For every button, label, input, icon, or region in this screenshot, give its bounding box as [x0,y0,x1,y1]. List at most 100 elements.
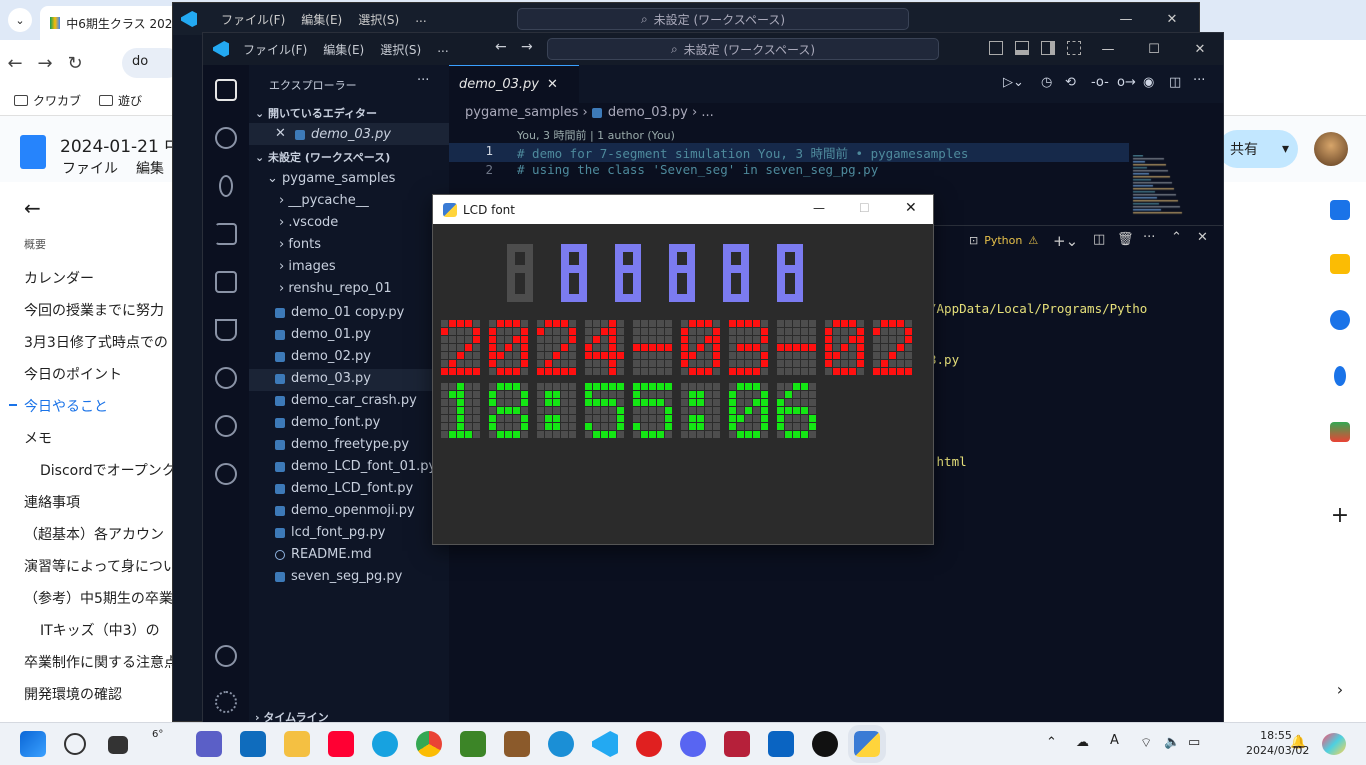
task-view-icon[interactable] [108,736,128,754]
new-terminal-icon[interactable]: +⌄ [1053,232,1078,250]
system-clock[interactable]: 18:55 2024/03/02 [1246,728,1309,758]
split-terminal-icon[interactable]: ◫ [1093,232,1105,247]
explorer-folder[interactable]: › renshu_repo_01 [279,281,392,296]
close-button[interactable]: ✕ [1149,3,1195,35]
menu-selection[interactable]: 選択(S) [358,11,399,28]
minimap[interactable] [1131,155,1187,215]
workspace-section[interactable]: ⌄ 未設定 (ワークスペース) [255,149,390,165]
minecraft-block-icon[interactable] [504,731,530,757]
explorer-file[interactable]: lcd_font_pg.py [249,523,449,545]
minimize-button[interactable]: — [813,201,825,215]
testing-icon[interactable] [215,319,237,341]
git-compare-icon[interactable]: ⟲ [1065,75,1076,90]
customize-layout-icon[interactable] [1067,41,1081,55]
more-actions-icon[interactable]: ··· [1143,230,1155,245]
explorer-folder[interactable]: › images [279,259,336,274]
keep-icon[interactable] [1330,254,1350,274]
explorer-icon[interactable] [215,79,237,101]
vscode-icon[interactable] [592,731,618,757]
command-center[interactable]: ⌕ 未設定 (ワークスペース) [517,8,909,30]
reload-icon[interactable]: ↻ [60,53,90,74]
close-icon[interactable]: ✕ [547,77,558,92]
menu-more[interactable]: ... [415,11,426,28]
menu-file[interactable]: ファイル [62,158,118,178]
start-icon[interactable] [20,731,46,757]
explorer-file[interactable]: demo_LCD_font_01.py [249,457,449,479]
more-actions-icon[interactable]: ··· [417,73,429,88]
explorer-file[interactable]: demo_03.py [249,369,449,391]
chrome-tab[interactable]: 中6期生クラス 2023 [40,6,180,40]
explorer-folder[interactable]: › __pycache__ [279,193,369,208]
outline-item[interactable]: （参考）中5期生の卒業 [24,588,173,608]
explorer-folder[interactable]: › .vscode [279,215,338,230]
copilot-icon[interactable] [1322,733,1346,755]
account-icon[interactable] [215,645,237,667]
outline-item[interactable]: 演習等によって身につい [24,556,177,576]
timeline-icon[interactable]: ◷ [1041,75,1052,90]
chevron-down-icon[interactable]: ▾ [1282,141,1289,157]
bookmark-folder[interactable]: クワカブ [14,92,81,109]
outline-item[interactable]: 開発環境の確認 [24,684,122,704]
add-icon[interactable]: + [1330,505,1350,527]
forward-icon[interactable]: → [521,39,533,55]
outline-item[interactable]: メモ [24,428,52,448]
minimize-button[interactable]: — [1103,3,1149,35]
explorer-file[interactable]: demo_freetype.py [249,435,449,457]
close-panel-icon[interactable]: ✕ [1197,230,1208,245]
terminal-output[interactable]: /AppData/Local/Programs/Pytho 3.py .html [929,266,1147,504]
code-line[interactable]: 2 # using the class 'Seven_seg' in seven_… [449,162,1129,181]
open-editor-item[interactable]: ✕ demo_03.py [249,123,449,145]
chevron-right-icon[interactable]: › [1330,680,1350,700]
terminal-profile[interactable]: ⊡ Python ⚠ [969,234,1038,247]
edge-icon[interactable] [372,731,398,757]
store-icon[interactable] [240,731,266,757]
split-editor-icon[interactable]: ◫ [1169,75,1181,90]
weather-icon[interactable]: 6° [152,729,178,755]
outline-item[interactable]: 卒業制作に関する注意点 [24,652,178,672]
breadcrumb-file[interactable]: demo_03.py [608,105,688,120]
back-icon[interactable]: ← [0,53,30,74]
run-debug-icon[interactable] [215,223,237,245]
tasks-icon[interactable] [1330,310,1350,330]
menu-edit[interactable]: 編集(E) [323,41,364,58]
maximize-button[interactable]: ☐ [859,201,870,215]
back-icon[interactable]: ← [495,39,507,55]
explorer-folder[interactable]: › fonts [279,237,321,252]
outline-item[interactable]: ITキッズ（中3）の [40,620,160,640]
toggle-sidebar-icon[interactable] [989,41,1003,55]
search-icon[interactable] [215,127,237,149]
chevron-up-icon[interactable]: ⌃ [1046,735,1057,750]
explorer-file[interactable]: demo_02.py [249,347,449,369]
breadcrumb-folder[interactable]: pygame_samples [465,105,578,120]
app-icon[interactable] [548,731,574,757]
minecraft-icon[interactable] [460,731,486,757]
folder-pygame-samples[interactable]: ⌄ pygame_samples [267,171,395,186]
remote-explorer-icon[interactable] [215,415,237,437]
yahoo-icon[interactable] [328,731,354,757]
maps-icon[interactable] [1330,422,1350,442]
forward-icon[interactable]: → [30,53,60,74]
live-share-icon[interactable] [215,463,237,485]
command-center[interactable]: ⌕ 未設定 (ワークスペース) [547,38,939,60]
github-icon[interactable]: ◉ [1143,75,1154,90]
google-docs-icon[interactable] [20,135,46,169]
close-button[interactable]: ✕ [905,200,917,216]
menu-edit[interactable]: 編集(E) [301,11,342,28]
python-icon[interactable] [848,725,886,763]
contacts-icon[interactable] [1334,366,1346,386]
source-control-icon[interactable] [219,175,233,197]
wifi-icon[interactable]: ⌔ [1140,735,1152,751]
toggle-panel-icon[interactable] [1015,41,1029,55]
git-next-icon[interactable]: o→ [1117,75,1136,90]
trash-icon[interactable]: 🗑 [1117,232,1134,247]
maximize-button[interactable]: ☐ [1131,33,1177,65]
github-icon[interactable] [215,367,237,389]
share-button[interactable]: 共有 ▾ [1218,130,1298,168]
outlook-icon[interactable] [768,731,794,757]
explorer-file[interactable]: demo_01.py [249,325,449,347]
open-editors-section[interactable]: ⌄ 開いているエディター [255,105,377,121]
outline-item[interactable]: 今回の授業までに努力 [24,300,164,320]
tab-demo-03[interactable]: demo_03.py ✕ [449,65,579,103]
tab-search-button[interactable]: ⌄ [8,8,32,32]
cloud-icon[interactable]: ☁ [1076,735,1089,750]
